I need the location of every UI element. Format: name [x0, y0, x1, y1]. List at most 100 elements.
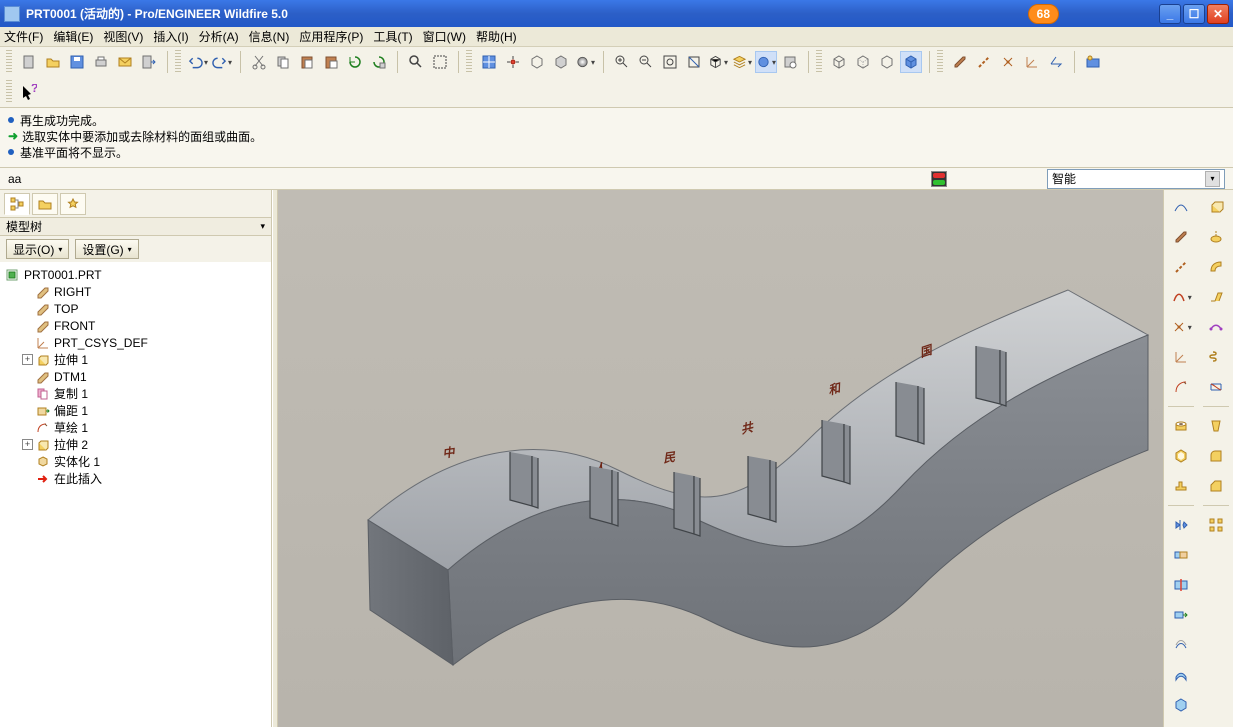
tree-node[interactable]: 偏距 1 [2, 402, 269, 419]
pattern-tool-icon[interactable] [1202, 512, 1230, 538]
expand-toggle[interactable]: + [22, 354, 33, 365]
datum-axis-toggle[interactable] [973, 51, 995, 73]
menu-view[interactable]: 视图(V) [103, 28, 143, 45]
datum-axis-icon[interactable] [1167, 254, 1195, 280]
layer-button[interactable] [731, 51, 753, 73]
tree-node[interactable]: +拉伸 2 [2, 436, 269, 453]
datum-plane-toggle[interactable] [949, 51, 971, 73]
regenerate-button[interactable] [344, 51, 366, 73]
toolbar-grip[interactable] [175, 50, 181, 74]
open-button[interactable] [42, 51, 64, 73]
undo-button[interactable] [187, 51, 209, 73]
helical-sweep-icon[interactable] [1202, 344, 1230, 370]
reorient-button[interactable] [683, 51, 705, 73]
maximize-button[interactable]: ☐ [1183, 4, 1205, 24]
toolbar-grip[interactable] [6, 80, 12, 104]
mirror-tool-icon[interactable] [1167, 512, 1195, 538]
copy-button[interactable] [272, 51, 294, 73]
paste-button[interactable] [296, 51, 318, 73]
extend-tool-icon[interactable] [1167, 602, 1195, 628]
menu-analysis[interactable]: 分析(A) [199, 28, 239, 45]
menu-help[interactable]: 帮助(H) [476, 28, 517, 45]
render-button[interactable] [1082, 51, 1104, 73]
thicken-tool-icon[interactable] [1167, 662, 1195, 688]
cut-button[interactable] [248, 51, 270, 73]
tree-root[interactable]: PRT0001.PRT [2, 266, 269, 283]
revolve-tool-icon[interactable] [1202, 224, 1230, 250]
view-manager-button[interactable] [478, 51, 500, 73]
tree-node[interactable]: 复制 1 [2, 385, 269, 402]
orient-button[interactable] [526, 51, 548, 73]
datum-csys-toggle[interactable] [1021, 51, 1043, 73]
render-setup-button[interactable] [779, 51, 801, 73]
mail-button[interactable] [114, 51, 136, 73]
sketch-line-icon[interactable] [1167, 194, 1195, 220]
command-input[interactable]: aa [8, 172, 931, 186]
zoom-out-button[interactable] [635, 51, 657, 73]
menu-window[interactable]: 窗口(W) [423, 28, 466, 45]
trim-tool-icon[interactable] [1167, 572, 1195, 598]
toolbar-grip[interactable] [816, 50, 822, 74]
find-button[interactable] [405, 51, 427, 73]
merge-tool-icon[interactable] [1167, 542, 1195, 568]
datum-point-toggle[interactable] [997, 51, 1019, 73]
export-button[interactable] [138, 51, 160, 73]
tree-header[interactable]: 模型树 ▾ [0, 218, 271, 236]
tree-settings-button[interactable]: 设置(G) [75, 239, 138, 259]
tree-node[interactable]: DTM1 [2, 368, 269, 385]
shell-tool-icon[interactable] [1167, 443, 1195, 469]
tree-node[interactable]: FRONT [2, 317, 269, 334]
hole-tool-icon[interactable] [1167, 413, 1195, 439]
toolbar-grip[interactable] [6, 50, 12, 74]
saved-view-button[interactable] [707, 51, 729, 73]
notification-badge[interactable]: 68 [1028, 4, 1059, 24]
no-hidden-button[interactable] [876, 51, 898, 73]
tree-node[interactable]: 在此插入 [2, 470, 269, 487]
datum-curve-icon[interactable] [1167, 284, 1195, 310]
refit-button[interactable] [659, 51, 681, 73]
tree-node[interactable]: 草绘 1 [2, 419, 269, 436]
appearance-button[interactable] [574, 51, 596, 73]
color-display-button[interactable] [755, 51, 777, 73]
redo-button[interactable] [211, 51, 233, 73]
save-button[interactable] [66, 51, 88, 73]
tree-node[interactable]: +拉伸 1 [2, 351, 269, 368]
annotation-toggle[interactable] [1045, 51, 1067, 73]
close-button[interactable]: ✕ [1207, 4, 1229, 24]
tree-node[interactable]: TOP [2, 300, 269, 317]
sketch-tool-icon[interactable] [1167, 374, 1195, 400]
datum-point-icon[interactable] [1167, 314, 1195, 340]
tab-folder[interactable] [32, 193, 58, 215]
hidden-line-button[interactable] [852, 51, 874, 73]
solidify-tool-icon[interactable] [1167, 692, 1195, 718]
tree-node[interactable]: RIGHT [2, 283, 269, 300]
datum-csys-icon[interactable] [1167, 344, 1195, 370]
print-button[interactable] [90, 51, 112, 73]
expand-toggle[interactable]: + [22, 439, 33, 450]
menu-info[interactable]: 信息(N) [249, 28, 290, 45]
minimize-button[interactable]: _ [1159, 4, 1181, 24]
menu-tools[interactable]: 工具(T) [373, 28, 412, 45]
new-button[interactable] [18, 51, 40, 73]
offset-tool-icon[interactable] [1167, 632, 1195, 658]
tab-model-tree[interactable] [4, 193, 30, 215]
tree-show-button[interactable]: 显示(O) [6, 239, 69, 259]
sweep-tool-icon[interactable] [1202, 254, 1230, 280]
shading-iso-button[interactable] [550, 51, 572, 73]
tree-node[interactable]: 实体化 1 [2, 453, 269, 470]
blend-tool-icon[interactable] [1202, 284, 1230, 310]
zoom-in-button[interactable] [611, 51, 633, 73]
boundary-blend-icon[interactable] [1202, 374, 1230, 400]
style-tool-icon[interactable] [1202, 314, 1230, 340]
draft-tool-icon[interactable] [1202, 413, 1230, 439]
viewport-3d[interactable]: 中 华 人 民 共 和 国 [278, 190, 1163, 727]
toolbar-grip[interactable] [466, 50, 472, 74]
paste-special-button[interactable] [320, 51, 342, 73]
datum-plane-icon[interactable] [1167, 224, 1195, 250]
rib-tool-icon[interactable] [1167, 473, 1195, 499]
shaded-button[interactable] [900, 51, 922, 73]
extrude-tool-icon[interactable] [1202, 194, 1230, 220]
tab-favorites[interactable] [60, 193, 86, 215]
menu-insert[interactable]: 插入(I) [153, 28, 188, 45]
select-box-button[interactable] [429, 51, 451, 73]
